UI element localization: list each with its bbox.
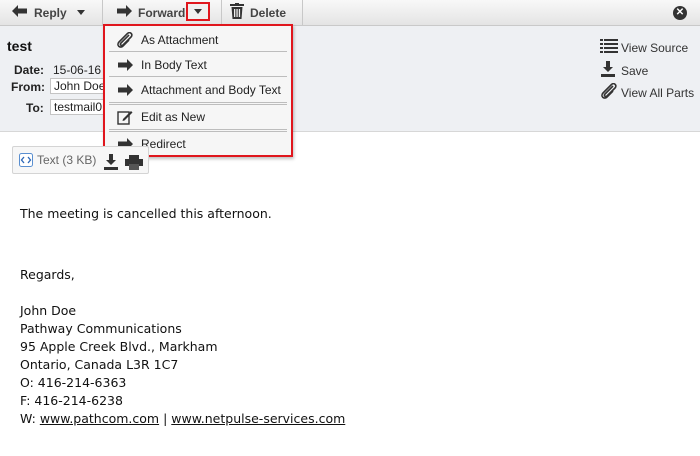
- delete-button[interactable]: Delete: [230, 0, 286, 25]
- view-all-parts-label: View All Parts: [621, 85, 695, 100]
- text-file-icon: [19, 153, 33, 170]
- download-icon[interactable]: [103, 154, 119, 173]
- chevron-down-icon[interactable]: [76, 10, 85, 15]
- download-icon: [600, 61, 618, 80]
- paperclip-icon: [113, 31, 137, 48]
- list-icon: [600, 39, 618, 56]
- edit-icon: [113, 109, 137, 125]
- view-all-parts-link[interactable]: View All Parts: [600, 82, 695, 102]
- to-label: To:: [26, 101, 44, 115]
- signature-name: John Doe: [20, 303, 77, 318]
- signature-address-2: Ontario, Canada L3R 1C7: [20, 357, 179, 372]
- signature-address-1: 95 Apple Creek Blvd., Markham: [20, 339, 218, 354]
- arrow-right-icon: [113, 58, 137, 71]
- signature-web: W: www.pathcom.com | www.netpulse-servic…: [20, 411, 345, 426]
- netpulse-link[interactable]: www.netpulse-services.com: [171, 411, 345, 426]
- menu-item-as-attachment[interactable]: As Attachment: [109, 28, 287, 51]
- view-source-link[interactable]: View Source: [600, 39, 688, 56]
- menu-item-in-body-text[interactable]: In Body Text: [109, 53, 287, 76]
- forward-menu: As Attachment In Body Text Attachment an…: [103, 24, 293, 157]
- arrow-right-icon: [116, 5, 132, 20]
- menu-item-label: In Body Text: [141, 57, 207, 72]
- forward-button[interactable]: Forward: [116, 0, 185, 25]
- attachment-label: Text (3 KB): [37, 153, 97, 167]
- trash-icon: [230, 3, 244, 22]
- attachment-chip[interactable]: Text (3 KB): [12, 146, 149, 174]
- message-toolbar: Reply Forward Delete ✕: [0, 0, 700, 26]
- close-icon[interactable]: ✕: [673, 6, 687, 20]
- menu-item-attachment-and-body-text[interactable]: Attachment and Body Text: [109, 78, 287, 101]
- chevron-down-icon: [194, 9, 202, 14]
- to-field[interactable]: testmail0: [50, 99, 106, 115]
- menu-item-label: As Attachment: [141, 32, 219, 47]
- arrow-left-icon: [12, 5, 28, 20]
- forward-label: Forward: [138, 5, 186, 20]
- reply-button[interactable]: Reply: [12, 0, 85, 25]
- arrow-right-icon: [113, 83, 137, 96]
- web-prefix: W:: [20, 411, 40, 426]
- regards-line: Regards,: [20, 267, 75, 282]
- paperclip-icon: [600, 82, 618, 102]
- menu-item-edit-as-new[interactable]: Edit as New: [109, 105, 287, 128]
- menu-item-label: Attachment and Body Text: [141, 82, 281, 97]
- save-label: Save: [621, 63, 649, 78]
- message-subject: test: [7, 38, 32, 54]
- view-source-label: View Source: [621, 40, 689, 55]
- signature-fax: F: 416-214-6238: [20, 393, 123, 408]
- print-icon[interactable]: [125, 155, 143, 173]
- reply-label: Reply: [34, 5, 67, 20]
- save-link[interactable]: Save: [600, 61, 648, 80]
- from-label: From:: [11, 80, 45, 94]
- signature-phone: O: 416-214-6363: [20, 375, 127, 390]
- from-field[interactable]: John Doe: [50, 78, 106, 94]
- delete-label: Delete: [250, 5, 287, 20]
- signature-company: Pathway Communications: [20, 321, 182, 336]
- forward-dropdown-toggle[interactable]: [186, 2, 210, 21]
- menu-item-label: Edit as New: [141, 109, 206, 124]
- body-line: The meeting is cancelled this afternoon.: [20, 206, 272, 221]
- pathcom-link[interactable]: www.pathcom.com: [40, 411, 159, 426]
- web-separator: |: [159, 411, 172, 426]
- date-label: Date:: [14, 63, 45, 77]
- date-value: 15-06-16: [53, 63, 102, 77]
